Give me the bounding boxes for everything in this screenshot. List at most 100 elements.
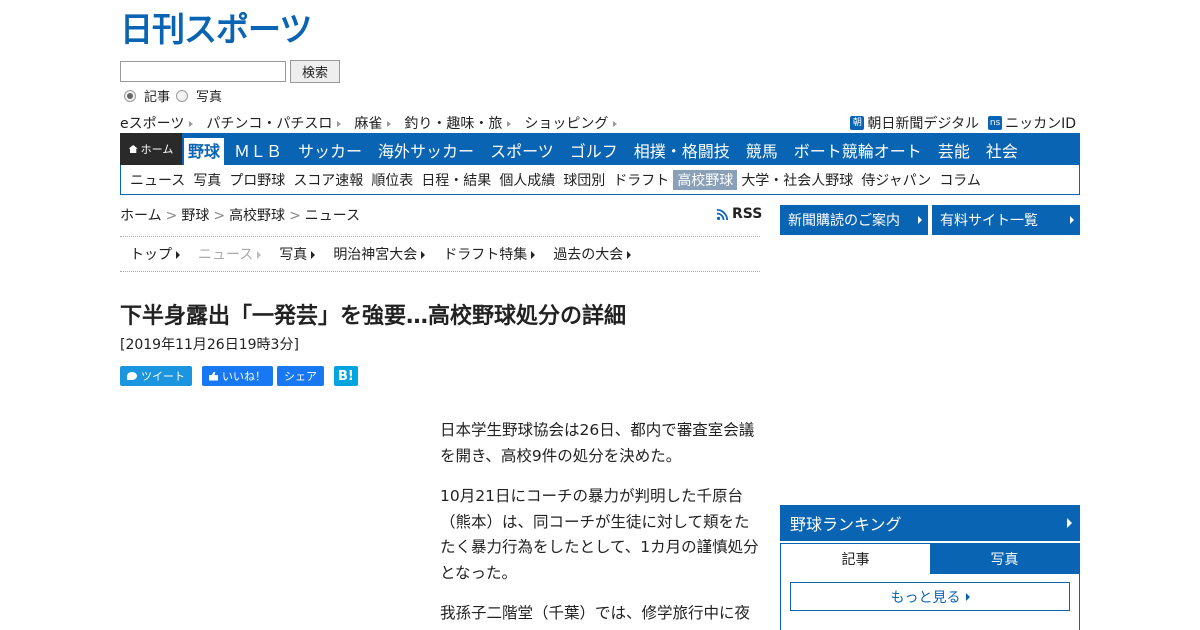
site-logo[interactable]: 日刊スポーツ [120,11,312,49]
tweet-label: ツイート [141,370,185,383]
nav-home[interactable]: ホーム [120,133,182,165]
arrow-right-icon [387,121,392,127]
nikkan-id-label: ニッカンID [1005,116,1076,132]
breadcrumb-sep: > [165,208,178,224]
top-link-label: 麻雀 [354,116,383,132]
breadcrumb-baseball[interactable]: 野球 [181,208,209,224]
top-link-mahjong[interactable]: 麻雀 [354,113,392,133]
nav-mlb[interactable]: ＭＬＢ [226,133,290,165]
article-tab-draft[interactable]: ドラフト特集 [443,244,536,264]
nav-sports[interactable]: スポーツ [482,133,562,165]
subnav-standings[interactable]: 順位表 [367,170,417,190]
article-date: [2019年11月26日19時3分] [120,337,299,353]
article-tab-photos[interactable]: 写真 [279,244,316,264]
subnav-live-score[interactable]: スコア速報 [289,170,367,190]
ranking-box: 記事 写真 もっと見る [780,543,1080,630]
nav-baseball[interactable]: 野球 [184,138,225,165]
article-paragraph: 我孫子二階堂（千葉）では、修学旅行中に夜 [440,604,751,622]
radio-photo[interactable] [176,89,189,102]
subnav-college[interactable]: 大学・社会人野球 [737,170,857,190]
article-tab-top[interactable]: トップ [130,244,180,264]
article-tab-label: 過去の大会 [553,247,624,263]
article-tab-label: ドラフト特集 [443,247,528,263]
subnav-stats[interactable]: 個人成績 [495,170,559,190]
top-link-pachinko[interactable]: パチンコ・パチスロ [206,113,342,133]
nav-sumo[interactable]: 相撲・格闘技 [626,133,738,165]
top-links: eスポーツ パチンコ・パチスロ 麻雀 釣り・趣味・旅 ショッピング [120,113,630,133]
article-tab-news[interactable]: ニュース [198,244,262,264]
home-icon [128,145,138,153]
share-label: シェア [284,370,317,383]
article-title: 下半身露出「一発芸」を強要…高校野球処分の詳細 [120,304,627,329]
like-button[interactable]: いいね！ [202,366,273,386]
top-link-label: パチンコ・パチスロ [206,116,333,132]
like-label: いいね！ [222,370,266,383]
subnav-schedule[interactable]: 日程・結果 [417,170,495,190]
arrow-right-icon [257,251,262,259]
search-input[interactable] [120,61,286,82]
subscription-button[interactable]: 新聞購読のご案内 [780,205,928,235]
nav-golf[interactable]: ゴルフ [562,133,626,165]
rss-icon [717,208,728,220]
social-buttons: ツイート いいね！ シェア B! [120,366,368,386]
ranking-tab-articles[interactable]: 記事 [781,544,930,574]
radio-article-label: 記事 [144,90,171,105]
arrow-right-icon [507,121,512,127]
rss-link[interactable]: RSS [717,206,762,222]
article-tabs: トップ ニュース 写真 明治神宮大会 ドラフト特集 過去の大会 [120,236,760,272]
nikkan-id-link[interactable]: ns ニッカンID [988,113,1076,133]
ranking-title: 野球ランキング [790,515,902,534]
subnav-high-school[interactable]: 高校野球 [673,169,738,190]
paid-sites-button[interactable]: 有料サイト一覧 [932,205,1080,235]
subnav-teams[interactable]: 球団別 [559,170,609,190]
more-label: もっと見る [890,589,961,606]
subnav-news[interactable]: ニュース [126,170,189,190]
ns-badge-icon: ns [988,116,1003,130]
breadcrumb-sep: > [289,208,301,224]
arrow-right-icon [1067,518,1072,528]
article-paragraph: 10月21日にコーチの暴力が判明した千原台（熊本）は、同コーチが生徒に対して頬を… [440,487,759,582]
subnav-column[interactable]: コラム [935,170,985,190]
share-button[interactable]: シェア [277,366,324,386]
hatena-bookmark-button[interactable]: B! [334,366,358,386]
ranking-more-button[interactable]: もっと見る [790,582,1070,611]
nav-entertainment[interactable]: 芸能 [930,133,978,165]
arrow-right-icon [1070,216,1074,224]
arrow-right-icon [337,121,342,127]
article-tab-label: 写真 [279,247,308,263]
top-link-esports[interactable]: eスポーツ [120,113,194,133]
radio-article[interactable] [124,89,136,102]
article-tab-meiji-jingu[interactable]: 明治神宮大会 [333,244,426,264]
article-tab-label: ニュース [198,247,254,263]
nav-world-soccer[interactable]: 海外サッカー [370,133,482,165]
breadcrumb-home[interactable]: ホーム [120,208,162,224]
top-link-shopping[interactable]: ショッピング [524,113,618,133]
top-link-fishing[interactable]: 釣り・趣味・旅 [404,113,512,133]
breadcrumb: ホーム > 野球 > 高校野球 > ニュース [120,205,360,225]
subnav-draft[interactable]: ドラフト [609,170,673,190]
breadcrumb-news: ニュース [304,208,361,224]
nav-horse-racing[interactable]: 競馬 [738,133,786,165]
sub-nav: ニュース 写真 プロ野球 スコア速報 順位表 日程・結果 個人成績 球団別 ドラ… [120,165,1080,195]
twitter-icon [127,372,137,380]
article-tab-past[interactable]: 過去の大会 [553,244,632,264]
top-link-label: ショッピング [524,116,609,132]
asahi-digital-link[interactable]: 朝朝日新聞デジタル [850,113,979,133]
nav-society[interactable]: 社会 [978,133,1026,165]
subnav-pro-baseball[interactable]: プロ野球 [225,170,289,190]
nav-soccer[interactable]: サッカー [290,133,370,165]
ranking-header[interactable]: 野球ランキング [780,505,1080,541]
arrow-right-icon [613,121,618,127]
subnav-photos[interactable]: 写真 [189,170,225,190]
breadcrumb-sep: > [213,208,226,224]
nav-boat-keirin[interactable]: ボート競輪オート [786,133,930,165]
tweet-button[interactable]: ツイート [120,366,192,386]
arrow-right-icon [918,216,922,224]
article-tab-label: トップ [130,247,172,263]
ranking-tab-photos[interactable]: 写真 [930,544,1079,574]
article-paragraph: 日本学生野球協会は26日、都内で審査室会議を開き、高校9件の処分を決めた。 [440,421,755,465]
subnav-samurai-japan[interactable]: 侍ジャパン [857,170,935,190]
search-button[interactable]: 検索 [290,60,340,83]
arrow-right-icon [311,251,316,259]
breadcrumb-high-school[interactable]: 高校野球 [229,208,285,224]
